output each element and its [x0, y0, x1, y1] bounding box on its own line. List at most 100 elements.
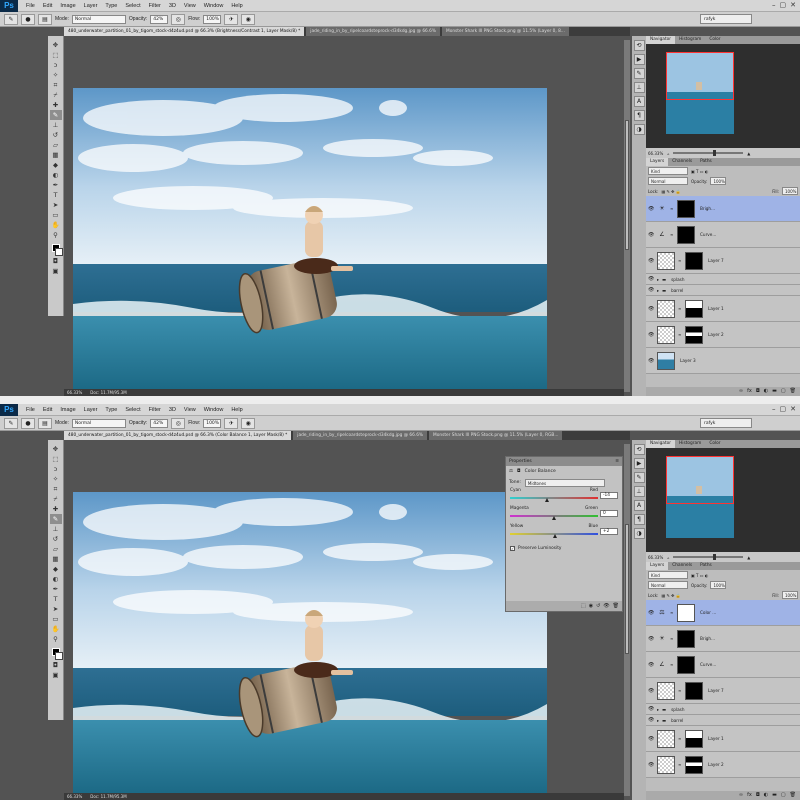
- screen-mode-icon[interactable]: ▣: [50, 266, 62, 276]
- character-icon[interactable]: A: [633, 500, 645, 511]
- filter-icon[interactable]: ▣ T ▭ ◐: [691, 169, 708, 174]
- layer-row[interactable]: 👁 ∠ ∞ Curve...: [646, 222, 800, 248]
- lasso-tool-icon[interactable]: ↄ: [50, 60, 62, 70]
- brush-panel-icon[interactable]: ▤: [38, 417, 52, 429]
- character-icon[interactable]: A: [633, 96, 645, 107]
- layer-mask-thumbnail[interactable]: [685, 325, 703, 344]
- opacity-field[interactable]: 42%: [150, 14, 169, 24]
- add-mask-icon[interactable]: ◘: [756, 791, 760, 800]
- layer-mask-thumbnail[interactable]: [677, 629, 695, 648]
- view-previous-icon[interactable]: ◉: [589, 601, 593, 611]
- tab-layers[interactable]: Layers: [646, 562, 669, 570]
- folder-icon[interactable]: ▬: [772, 791, 777, 800]
- pressure-size-icon[interactable]: ◉: [241, 13, 256, 25]
- dodge-tool-icon[interactable]: ◐: [50, 574, 62, 584]
- quick-mask-icon[interactable]: ◘: [50, 660, 62, 670]
- zoom-slider[interactable]: [673, 150, 744, 156]
- lasso-tool-icon[interactable]: ↄ: [50, 464, 62, 474]
- eyedropper-icon[interactable]: ⌿: [50, 90, 62, 100]
- pen-tool-icon[interactable]: ✒: [50, 584, 62, 594]
- close-icon[interactable]: ✕: [790, 405, 796, 413]
- canvas-scrollbar[interactable]: [624, 40, 630, 392]
- hand-tool-icon[interactable]: ✋: [50, 220, 62, 230]
- menu-item-filter[interactable]: Filter: [145, 407, 165, 413]
- eye-icon[interactable]: 👁: [648, 332, 654, 338]
- gradient-tool-icon[interactable]: ▦: [50, 554, 62, 564]
- layer-mask-thumbnail[interactable]: [677, 603, 695, 622]
- layer-row[interactable]: 👁 ∞ Layer 2: [646, 322, 800, 348]
- menu-item-file[interactable]: File: [22, 407, 39, 413]
- chain-link-icon[interactable]: ∞: [670, 662, 674, 667]
- eye-icon[interactable]: 👁: [648, 662, 654, 668]
- tab-histogram[interactable]: Histogram: [675, 440, 705, 448]
- move-tool-icon[interactable]: ✥: [50, 40, 62, 50]
- navigator-zoom-value[interactable]: 66.33%: [648, 555, 663, 560]
- trash-icon[interactable]: 🗑: [790, 387, 796, 396]
- tab-color[interactable]: Color: [705, 36, 724, 44]
- layer-row[interactable]: 👁 Layer 3: [646, 348, 800, 374]
- menu-item-image[interactable]: Image: [56, 3, 79, 9]
- lock-icons[interactable]: ▦ ✎ ✥ 🔒: [661, 593, 680, 598]
- hand-tool-icon[interactable]: ✋: [50, 624, 62, 634]
- preserve-luminosity-checkbox[interactable]: ✓: [510, 546, 515, 551]
- marquee-tool-icon[interactable]: ⬚: [50, 50, 62, 60]
- layer-mask-thumbnail[interactable]: [685, 755, 703, 774]
- quick-select-icon[interactable]: ✧: [50, 474, 62, 484]
- navigator-zoom-value[interactable]: 66.33%: [648, 151, 663, 156]
- menu-item-select[interactable]: Select: [121, 3, 144, 9]
- layer-thumbnail[interactable]: [657, 729, 675, 748]
- layer-fill-field[interactable]: 100%: [782, 591, 798, 599]
- new-adjustment-icon[interactable]: ◐: [764, 387, 768, 396]
- zoom-tool-icon[interactable]: ⚲: [50, 230, 62, 240]
- history-icon[interactable]: ⟲: [633, 40, 645, 51]
- eye-icon[interactable]: 👁: [648, 610, 654, 616]
- scrollbar-thumb[interactable]: [625, 524, 629, 654]
- eyedropper-icon[interactable]: ⌿: [50, 494, 62, 504]
- layer-group[interactable]: 👁 ▸ ▬ splash: [646, 704, 800, 715]
- eye-icon[interactable]: 👁: [648, 206, 654, 212]
- zoom-out-icon[interactable]: ▵: [667, 151, 669, 156]
- clone-source-icon[interactable]: ⊥: [633, 82, 645, 93]
- layer-group[interactable]: 👁 ▸ ▬ barrel: [646, 715, 800, 726]
- layer-fill-field[interactable]: 100%: [782, 187, 798, 195]
- layer-row[interactable]: 👁 ☀ ∞ Brigh...: [646, 626, 800, 652]
- layer-mask-thumbnail[interactable]: [677, 199, 695, 218]
- canvas-scrollbar[interactable]: [624, 444, 630, 796]
- navigator-view-box[interactable]: [666, 456, 734, 504]
- document-tab[interactable]: Monster Shark III PNG Stock.png @ 11.5% …: [441, 27, 569, 36]
- opacity-field[interactable]: 42%: [150, 418, 169, 428]
- tab-channels[interactable]: Channels: [668, 158, 696, 166]
- brush-tool-icon[interactable]: ✎: [49, 514, 62, 524]
- slider-knob[interactable]: [544, 498, 549, 502]
- menu-item-type[interactable]: Type: [101, 407, 121, 413]
- menu-item-3d[interactable]: 3D: [165, 407, 180, 413]
- layer-style-icon[interactable]: fx: [747, 387, 752, 396]
- eye-icon[interactable]: 👁: [648, 358, 654, 364]
- screen-mode-icon[interactable]: ▣: [50, 670, 62, 680]
- tab-color[interactable]: Color: [705, 440, 724, 448]
- tab-layers[interactable]: Layers: [646, 158, 669, 166]
- gradient-tool-icon[interactable]: ▦: [50, 150, 62, 160]
- document-tab[interactable]: 480_underwater_partition_01_by_tigom_sto…: [64, 431, 292, 440]
- blend-mode-select[interactable]: Normal: [648, 581, 688, 589]
- zoom-slider[interactable]: [673, 554, 744, 560]
- eye-icon[interactable]: 👁: [648, 717, 654, 723]
- zoom-in-icon[interactable]: ▲: [747, 151, 750, 156]
- quick-select-icon[interactable]: ✧: [50, 70, 62, 80]
- airbrush-icon[interactable]: ✈: [224, 417, 239, 429]
- document-tab[interactable]: 480_underwater_partition_01_by_tigom_sto…: [64, 27, 305, 36]
- chain-link-icon[interactable]: ∞: [670, 610, 674, 615]
- eye-icon[interactable]: 👁: [648, 706, 654, 712]
- workspace-switcher[interactable]: rafyk: [700, 418, 752, 428]
- eye-icon[interactable]: 👁: [648, 762, 654, 768]
- close-icon[interactable]: ✕: [790, 1, 796, 9]
- new-layer-icon[interactable]: ▢: [781, 387, 786, 396]
- shape-tool-icon[interactable]: ▭: [50, 210, 62, 220]
- layer-row[interactable]: 👁 ⚖ ∞ Color ...: [646, 600, 800, 626]
- maximize-icon[interactable]: ▢: [780, 405, 787, 413]
- document-canvas[interactable]: [73, 88, 547, 390]
- folder-icon[interactable]: ▬: [772, 387, 777, 396]
- zoom-in-icon[interactable]: ▲: [747, 555, 750, 560]
- brush-size-icon[interactable]: ●: [21, 417, 35, 429]
- layer-row[interactable]: 👁 ∞ Layer 7: [646, 248, 800, 274]
